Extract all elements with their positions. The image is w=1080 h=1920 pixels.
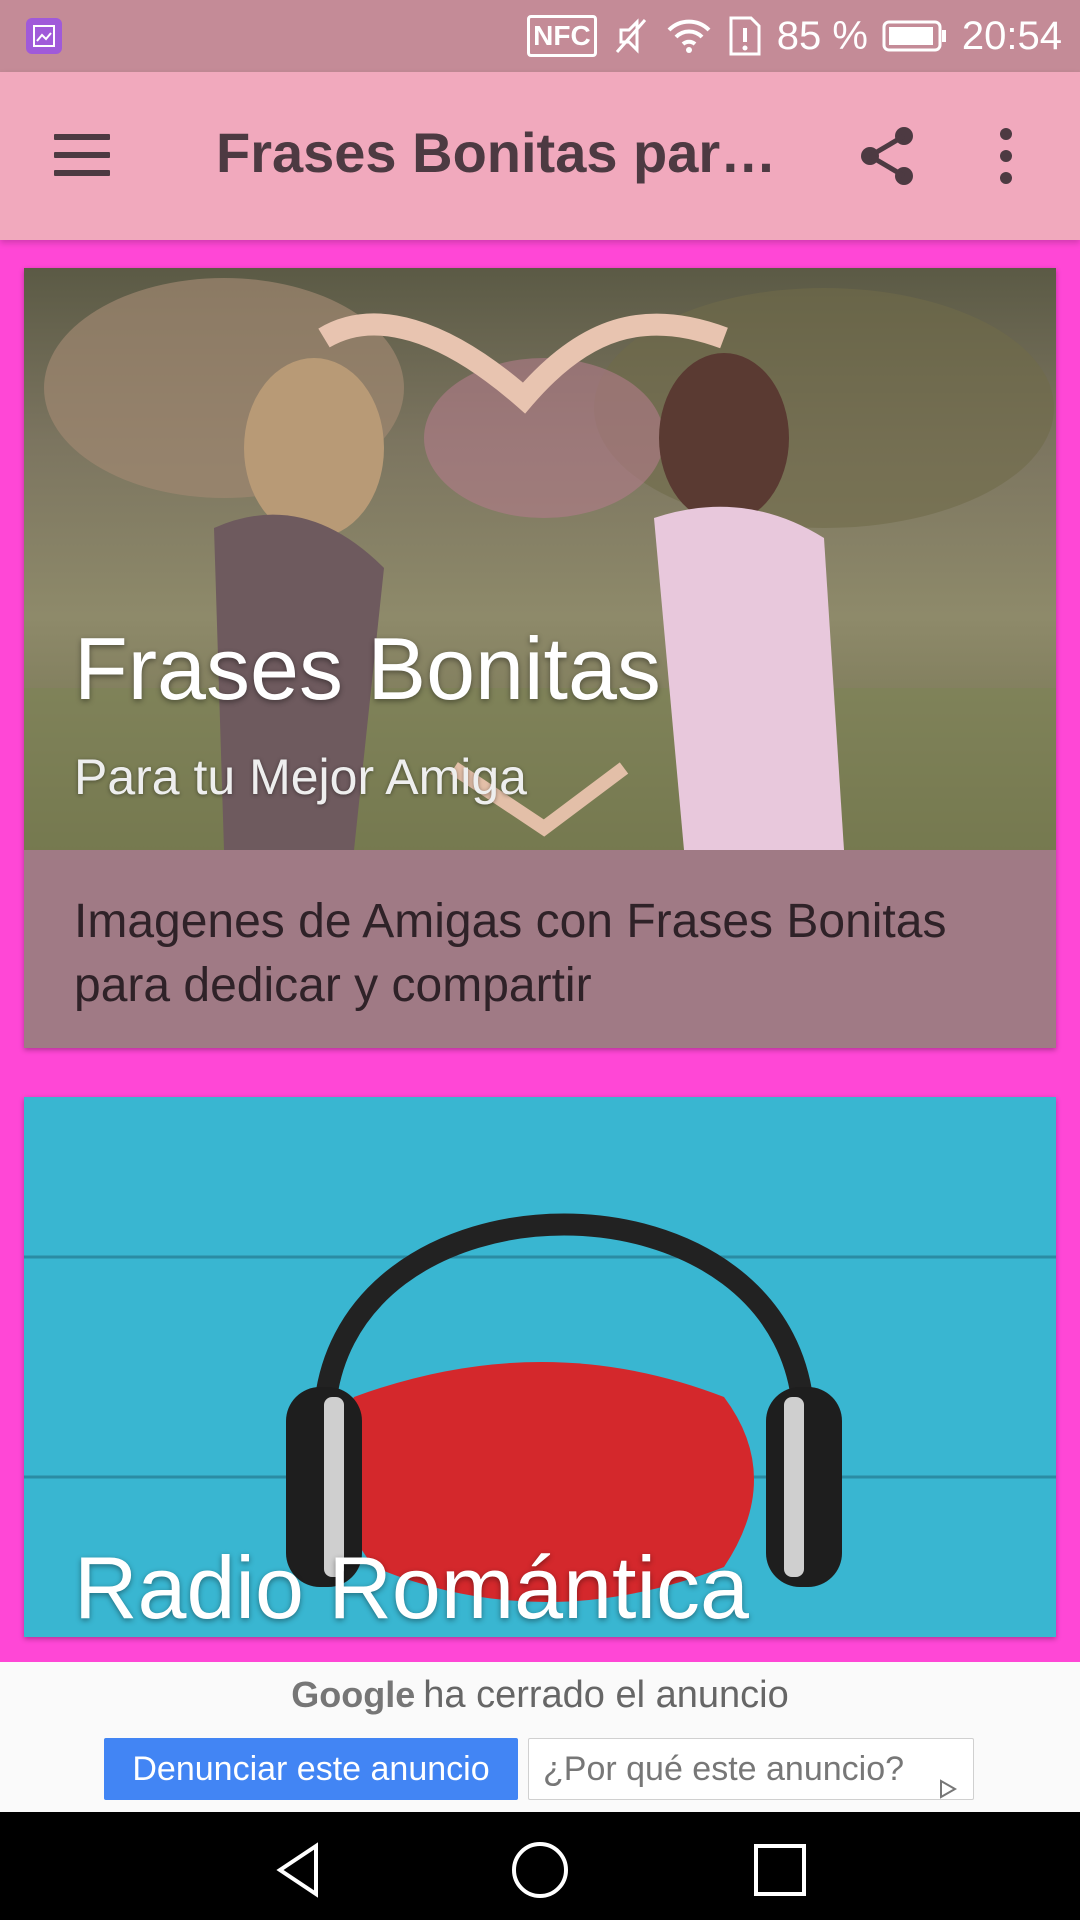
gallery-icon bbox=[26, 18, 62, 54]
report-ad-button[interactable]: Denunciar este anuncio bbox=[104, 1738, 518, 1800]
card-title: Radio Romántica bbox=[74, 1538, 749, 1637]
ad-closed-message: Google ha cerrado el anuncio bbox=[0, 1674, 1080, 1717]
adchoices-icon bbox=[937, 1759, 959, 1819]
home-icon[interactable] bbox=[510, 1840, 570, 1900]
why-this-ad-button[interactable]: ¿Por qué este anuncio? bbox=[528, 1738, 974, 1800]
sim-alert-icon bbox=[727, 14, 763, 58]
system-nav-bar bbox=[0, 1812, 1080, 1920]
ad-closed-text: ha cerrado el anuncio bbox=[423, 1674, 789, 1716]
page-title: Frases Bonitas para… bbox=[216, 121, 796, 184]
google-logo: Google bbox=[291, 1674, 416, 1715]
card-description: Imagenes de Amigas con Frases Bonitas pa… bbox=[74, 895, 947, 1012]
ad-closed-banner: Google ha cerrado el anuncio Denunciar es… bbox=[0, 1662, 1080, 1812]
battery-icon bbox=[882, 18, 948, 54]
card-frases-bonitas[interactable]: Frases Bonitas Para tu Mejor Amiga Image… bbox=[24, 268, 1056, 1048]
status-bar: NFC 85 % 20:54 bbox=[0, 0, 1080, 72]
card-subtitle: Para tu Mejor Amiga bbox=[74, 749, 527, 805]
back-icon[interactable] bbox=[270, 1840, 330, 1900]
more-vert-icon[interactable] bbox=[986, 124, 1026, 188]
card-title: Frases Bonitas bbox=[74, 619, 661, 718]
app-bar: Frases Bonitas para… bbox=[0, 72, 1080, 240]
recents-icon[interactable] bbox=[750, 1840, 810, 1900]
nfc-icon: NFC bbox=[527, 15, 597, 57]
share-icon[interactable] bbox=[856, 124, 920, 188]
wifi-icon bbox=[665, 16, 713, 56]
card-image-headphones-heart: Radio Romántica bbox=[24, 1097, 1056, 1637]
why-this-ad-label: ¿Por qué este anuncio? bbox=[543, 1750, 905, 1788]
card-radio-romantica[interactable]: Radio Romántica bbox=[24, 1097, 1056, 1637]
battery-percent: 85 % bbox=[776, 13, 868, 58]
clock: 20:54 bbox=[961, 13, 1062, 58]
menu-icon[interactable] bbox=[44, 126, 116, 186]
mute-icon bbox=[611, 16, 651, 56]
card-image-friends-heart: Frases Bonitas Para tu Mejor Amiga bbox=[24, 268, 1056, 850]
